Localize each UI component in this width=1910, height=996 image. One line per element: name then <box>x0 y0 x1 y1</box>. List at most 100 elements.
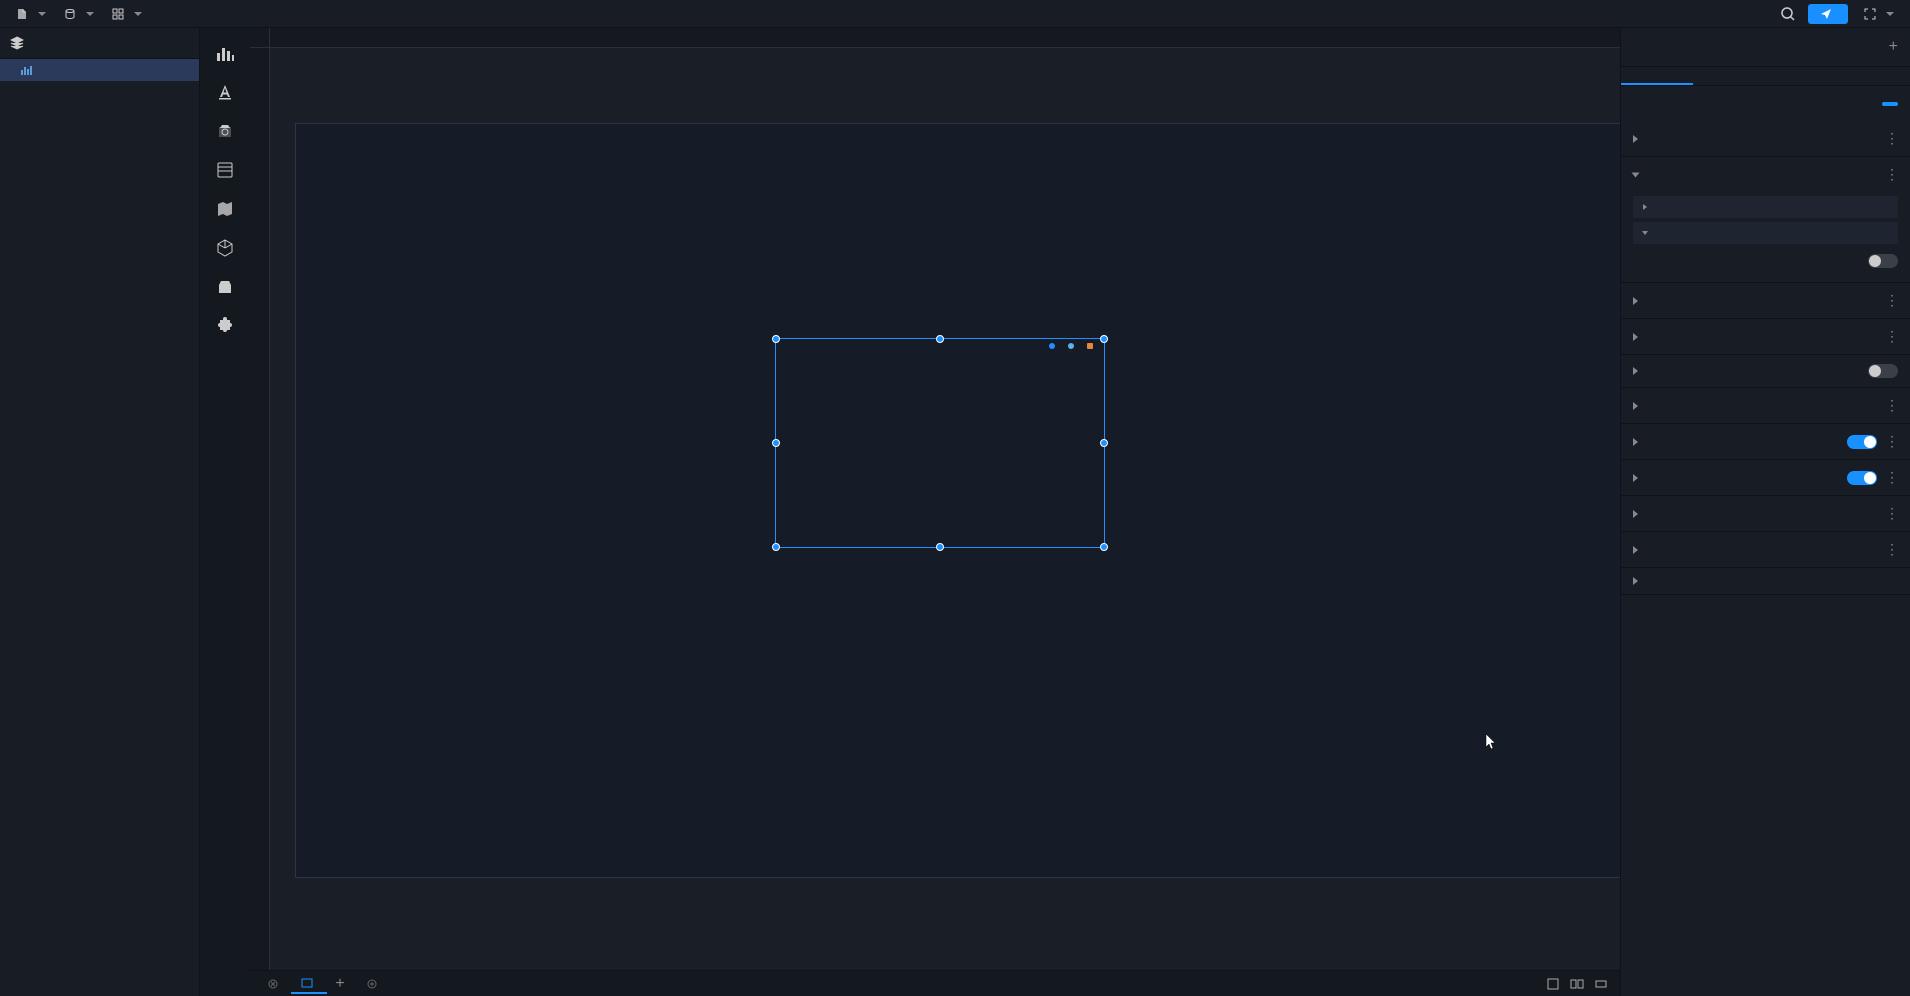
main-layout: + + <box>0 28 1910 996</box>
chart-plot <box>806 361 1089 522</box>
caret-icon <box>1633 135 1638 143</box>
section-basic: ⋮ <box>1621 121 1910 157</box>
more-icon[interactable]: ⋮ <box>1885 166 1898 183</box>
tab-code[interactable] <box>1838 67 1910 85</box>
caret-icon <box>1633 474 1638 482</box>
add-circle-icon[interactable] <box>367 979 377 989</box>
section-tooltip-header[interactable]: ⋮ <box>1621 460 1910 495</box>
legend-toggle[interactable] <box>1847 435 1877 449</box>
publish-button[interactable] <box>1808 4 1848 24</box>
more-icon[interactable]: ⋮ <box>1885 130 1898 147</box>
layers-header <box>0 28 199 59</box>
section-axis-header[interactable]: ⋮ <box>1621 388 1910 423</box>
grid-button[interactable] <box>1592 975 1610 993</box>
caret-icon <box>1633 438 1638 446</box>
section-color-header[interactable]: ⋮ <box>1621 157 1910 192</box>
chart-icon <box>20 65 34 75</box>
layer-item-0[interactable] <box>0 59 199 81</box>
section-basic-header[interactable]: ⋮ <box>1621 121 1910 156</box>
canvas-area[interactable]: + <box>250 28 1620 996</box>
legend-dot <box>1068 343 1074 349</box>
more-icon[interactable]: ⋮ <box>1885 328 1898 345</box>
media-icon <box>214 120 236 142</box>
tab-data[interactable] <box>1766 67 1838 85</box>
menu-operations[interactable] <box>104 5 150 23</box>
section-padding-header[interactable]: ⋮ <box>1621 532 1910 567</box>
section-size-pos-header[interactable] <box>1621 568 1910 594</box>
comp-text[interactable] <box>202 75 248 112</box>
more-icon[interactable]: ⋮ <box>1885 469 1898 486</box>
caret-icon <box>1633 367 1638 375</box>
tab-interact[interactable] <box>1693 67 1765 85</box>
board-icon <box>301 978 313 988</box>
legend-dot <box>1049 343 1055 349</box>
send-icon <box>1820 8 1832 20</box>
section-graph-text-header[interactable]: ⋮ <box>1621 283 1910 318</box>
tab-foreground[interactable] <box>254 975 288 993</box>
section-graph-shape-header[interactable]: ⋮ <box>1621 319 1910 354</box>
more-icon[interactable]: ⋮ <box>1885 397 1898 414</box>
zoom-info <box>1534 975 1610 993</box>
caret-icon <box>1633 577 1638 585</box>
expand-icon <box>1864 8 1876 20</box>
grid-icon <box>112 8 124 20</box>
search-button[interactable] <box>1776 2 1800 26</box>
tooltip-toggle[interactable] <box>1847 471 1877 485</box>
close-icon[interactable] <box>268 979 278 989</box>
menubar-right <box>1776 2 1902 26</box>
comp-local[interactable] <box>202 309 248 346</box>
section-display: ⋮ <box>1621 496 1910 532</box>
comp-control[interactable] <box>202 153 248 190</box>
sub-highlight-color[interactable] <box>1633 222 1898 244</box>
tab-add-button[interactable]: + <box>330 974 350 994</box>
section-color-body <box>1621 196 1910 282</box>
menu-project[interactable] <box>8 5 54 23</box>
section-padding: ⋮ <box>1621 532 1910 568</box>
control-icon <box>214 159 236 181</box>
canvas-content[interactable] <box>270 48 1620 996</box>
bottom-bar: + <box>250 970 1620 996</box>
section-legend-header[interactable]: ⋮ <box>1621 424 1910 459</box>
fit-button[interactable] <box>1544 975 1562 993</box>
tab-background[interactable] <box>353 975 387 993</box>
section-guide-line-header[interactable] <box>1621 355 1910 387</box>
tutorial-button[interactable] <box>1882 102 1898 106</box>
chevron-down-icon <box>38 12 46 16</box>
chevron-down-icon <box>86 12 94 16</box>
row-highlight-setting <box>1633 248 1898 274</box>
guide-toggle[interactable] <box>1868 364 1898 378</box>
section-size-pos <box>1621 568 1910 595</box>
more-icon[interactable]: ⋮ <box>1885 541 1898 558</box>
caret-icon <box>1633 297 1638 305</box>
section-display-header[interactable]: ⋮ <box>1621 496 1910 531</box>
widget-title-row <box>1621 86 1910 121</box>
tab-sub1[interactable] <box>291 974 327 994</box>
comp-chart[interactable] <box>202 36 248 73</box>
preview-button[interactable] <box>1856 4 1902 24</box>
ruler-corner <box>250 28 270 48</box>
more-icon[interactable]: ⋮ <box>1885 292 1898 309</box>
state-header: + <box>1621 28 1910 67</box>
highlight-toggle[interactable] <box>1868 254 1898 268</box>
file-icon <box>16 8 28 20</box>
menubar <box>0 0 1910 28</box>
comp-map[interactable] <box>202 192 248 229</box>
sub-default-color[interactable] <box>1633 196 1898 218</box>
comp-suite[interactable] <box>202 270 248 307</box>
tab-style[interactable] <box>1621 67 1693 85</box>
chevron-down-icon <box>134 12 142 16</box>
add-state-button[interactable]: + <box>1889 38 1898 56</box>
text-icon <box>214 81 236 103</box>
layout-button[interactable] <box>1568 975 1586 993</box>
caret-icon <box>1633 546 1638 554</box>
menu-data[interactable] <box>56 5 102 23</box>
widget-title <box>1633 96 1637 111</box>
legend-item-2 <box>1087 343 1096 349</box>
comp-3d[interactable] <box>202 231 248 268</box>
more-icon[interactable]: ⋮ <box>1885 505 1898 522</box>
section-guide-line <box>1621 355 1910 388</box>
comp-media[interactable] <box>202 114 248 151</box>
more-icon[interactable]: ⋮ <box>1885 433 1898 450</box>
chart-widget[interactable] <box>775 338 1105 548</box>
caret-icon <box>1642 231 1648 235</box>
